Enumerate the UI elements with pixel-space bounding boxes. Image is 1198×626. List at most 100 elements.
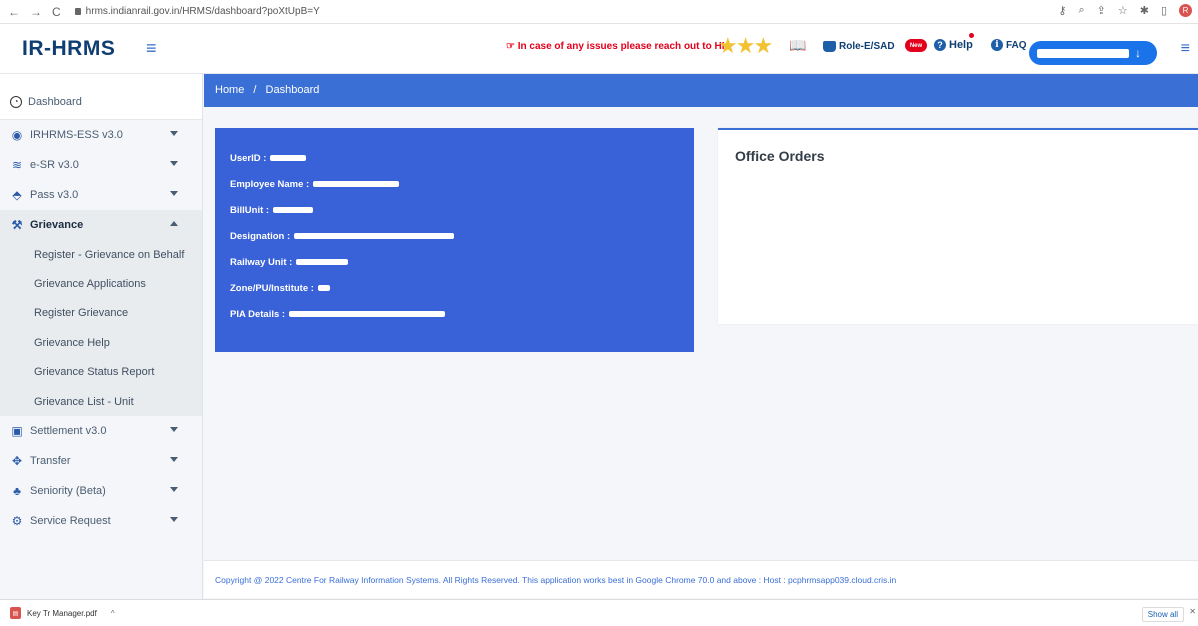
caret-down-icon [170,487,178,493]
field-label: PIA Details : [230,308,286,320]
sidebar-item-transfer[interactable]: ✥ Transfer [0,446,202,476]
question-icon: ? [934,39,946,51]
submenu-item[interactable]: Register Grievance [0,299,202,328]
redacted-value [294,233,455,239]
caret-down-icon [170,191,178,196]
user-tie-icon [823,41,836,52]
browser-toolbar: ← → C hrms.indianrail.gov.in/HRMS/dashbo… [0,0,1198,24]
submenu-item[interactable]: Grievance Applications [0,269,202,298]
language-icon[interactable]: 📖 [789,38,806,52]
field-label: Railway Unit : [230,256,293,268]
grievance-submenu: Register - Grievance on Behalf Grievance… [0,240,202,417]
tree-icon: ♣ [13,484,21,499]
menu-icon[interactable]: ≡ [1181,40,1190,58]
sidebar-item-seniority[interactable]: ♣ Seniority (Beta) [0,476,202,506]
bill-unit-field: BillUnit : [215,197,694,223]
sidebar-item-label: Pass v3.0 [30,189,79,201]
submenu-item[interactable]: Grievance Status Report [0,358,202,387]
url-text: hrms.indianrail.gov.in/HRMS/dashboard?po… [85,6,320,17]
gears-icon: ⚙ [11,514,23,529]
bookmark-star-icon[interactable]: ☆ [1118,4,1128,17]
sidebar-item-pass[interactable]: ⬘ Pass v3.0 [0,180,202,210]
submenu-item[interactable]: Register - Grievance on Behalf [0,240,202,269]
sidebar-item-service-request[interactable]: ⚙ Service Request [0,506,202,536]
submenu-item[interactable]: Grievance List - Unit [0,387,202,416]
sidebar-item-esr[interactable]: ≋ e-SR v3.0 [0,150,202,180]
sidebar-item-label: Dashboard [28,95,82,108]
zone-field: Zone/PU/Institute : [215,275,694,301]
caret-down-icon [170,427,178,433]
gavel-icon: ⚒ [11,218,23,232]
address-bar[interactable]: hrms.indianrail.gov.in/HRMS/dashboard?po… [74,6,320,17]
sidebar: ◔ Dashboard ◉ IRHRMS-ESS v3.0 ≋ e-SR v3.… [0,74,203,600]
office-orders-panel: Office Orders [718,128,1198,324]
info-icon: i [991,39,1003,51]
reload-icon[interactable]: C [52,5,61,19]
breadcrumb-current: Dashboard [265,84,320,96]
breadcrumb: Home / Dashboard [204,74,1198,107]
sidebar-item-label: IRHRMS-ESS v3.0 [30,129,123,141]
back-icon[interactable]: ← [8,5,20,19]
sidepanel-icon[interactable]: ▯ [1161,4,1167,17]
downloads-bar: ▤ Key Tr Manager.pdf ^ Show all ✕ [0,599,1198,626]
notification-dot [969,33,974,38]
redacted-value [317,285,330,291]
user-details-card: UserID : Employee Name : BillUnit : Desi… [215,128,694,352]
browser-actions: ⚷ ⌕ ⇪ ☆ ✱ ▯ R [1058,4,1192,17]
redacted-value [313,181,400,187]
key-icon[interactable]: ⚷ [1058,4,1066,17]
caret-up-icon [170,221,178,226]
database-icon: ≋ [11,158,23,172]
lock-icon [74,8,81,15]
browser-nav: ← → C [0,5,61,19]
redacted-value [289,311,446,317]
new-badge[interactable]: New [905,39,927,52]
user-menu-button[interactable]: ↓ [1029,41,1157,65]
breadcrumb-home[interactable]: Home [215,84,244,96]
close-icon[interactable]: ✕ [1189,607,1196,616]
submenu-item[interactable]: Grievance Help [0,328,202,357]
download-file-name[interactable]: Key Tr Manager.pdf [27,609,97,618]
arrows-icon: ✥ [11,454,23,469]
help-link[interactable]: ? Help [934,33,974,51]
sidebar-toggle-icon[interactable]: ≡ [146,38,157,59]
user-circle-icon: ◉ [11,128,23,142]
sidebar-item-grievance[interactable]: ⚒ Grievance [0,210,202,240]
caret-down-icon [170,517,178,523]
ticket-icon: ⬘ [12,188,22,202]
support-notice[interactable]: ☞ In case of any issues please reach out… [506,41,725,52]
zoom-icon[interactable]: ⌕ [1078,4,1084,17]
role-label: Role-E/SAD [839,41,895,52]
rating-stars-icon[interactable]: ★★★ [718,35,773,57]
designation-field: Designation : [215,223,694,249]
faq-link[interactable]: i FAQ [991,39,1027,51]
sidebar-item-settlement[interactable]: ▣ Settlement v3.0 [0,416,202,446]
show-all-button[interactable]: Show all [1141,607,1184,622]
profile-avatar[interactable]: R [1179,4,1192,17]
pia-details-field: PIA Details : [215,301,694,327]
field-label: Designation : [230,230,291,242]
employee-name-field: Employee Name : [215,171,694,197]
redacted-value [270,155,307,161]
breadcrumb-separator: / [253,84,257,96]
caret-down-icon [170,457,178,463]
redacted-value [273,207,314,213]
chevron-up-icon[interactable]: ^ [111,609,115,618]
faq-label: FAQ [1006,39,1027,51]
pdf-file-icon: ▤ [10,607,21,619]
caret-down-icon [170,161,178,166]
footer: Copyright @ 2022 Centre For Railway Info… [204,560,1198,598]
brand-logo[interactable]: IR-HRMS [0,24,150,74]
office-orders-title: Office Orders [735,148,825,164]
field-label: Employee Name : [230,178,310,190]
money-icon: ▣ [11,424,23,439]
forward-icon[interactable]: → [30,5,42,19]
sidebar-item-label: Settlement v3.0 [30,425,107,438]
dashboard-icon: ◔ [10,95,22,108]
field-label: Zone/PU/Institute : [230,282,314,294]
share-icon[interactable]: ⇪ [1097,4,1106,17]
extensions-icon[interactable]: ✱ [1140,4,1149,17]
sidebar-item-dashboard[interactable]: ◔ Dashboard [0,74,202,120]
role-selector[interactable]: Role-E/SAD [823,41,895,52]
sidebar-item-irhrms-ess[interactable]: ◉ IRHRMS-ESS v3.0 [0,120,202,150]
